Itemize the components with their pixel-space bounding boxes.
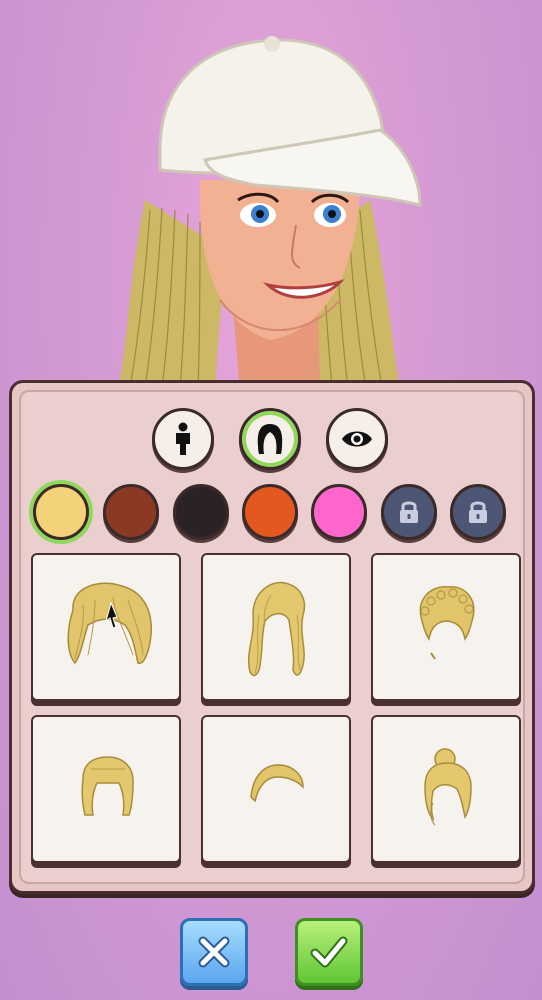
hair-color-locked[interactable]: [381, 484, 437, 540]
avatar-preview: [118, 36, 422, 390]
hair-color-swatch[interactable]: [33, 484, 89, 540]
confirm-button[interactable]: [295, 918, 363, 986]
long-wavy-hair: [247, 581, 306, 677]
lock-icon: [469, 501, 487, 523]
eye-icon: [342, 431, 372, 447]
hair-color-swatch[interactable]: [103, 484, 159, 540]
category-eyes-button[interactable]: [326, 408, 388, 470]
hair-color-swatch[interactable]: [311, 484, 367, 540]
category-body-button[interactable]: [152, 408, 214, 470]
bob-with-bangs-hair: [81, 756, 134, 816]
curly-updo-hair: [419, 586, 475, 660]
lock-icon: [400, 501, 418, 523]
hairstyle-tile-bob-with-bangs[interactable]: [31, 715, 181, 863]
category-hair-button[interactable]: [239, 408, 301, 470]
hairstyle-tile-braided-bob[interactable]: [31, 553, 181, 701]
hair-color-swatch[interactable]: [173, 484, 229, 540]
messy-bun-hair: [424, 748, 472, 826]
short-cap-hair: [250, 764, 304, 803]
hairstyle-tile-long-wavy[interactable]: [201, 553, 351, 701]
x-icon: [198, 936, 230, 968]
hairstyle-tile-curly-updo[interactable]: [371, 553, 521, 701]
hairstyle-tile-messy-bun[interactable]: [371, 715, 521, 863]
hair-color-locked[interactable]: [450, 484, 506, 540]
cancel-button[interactable]: [180, 918, 248, 986]
person-icon: [176, 422, 190, 455]
hair-icon: [257, 424, 283, 454]
braided-bob-hair: [67, 582, 152, 665]
hair-color-swatch[interactable]: [242, 484, 298, 540]
checkmark-icon: [310, 936, 348, 968]
hairstyle-tile-short-cap[interactable]: [201, 715, 351, 863]
